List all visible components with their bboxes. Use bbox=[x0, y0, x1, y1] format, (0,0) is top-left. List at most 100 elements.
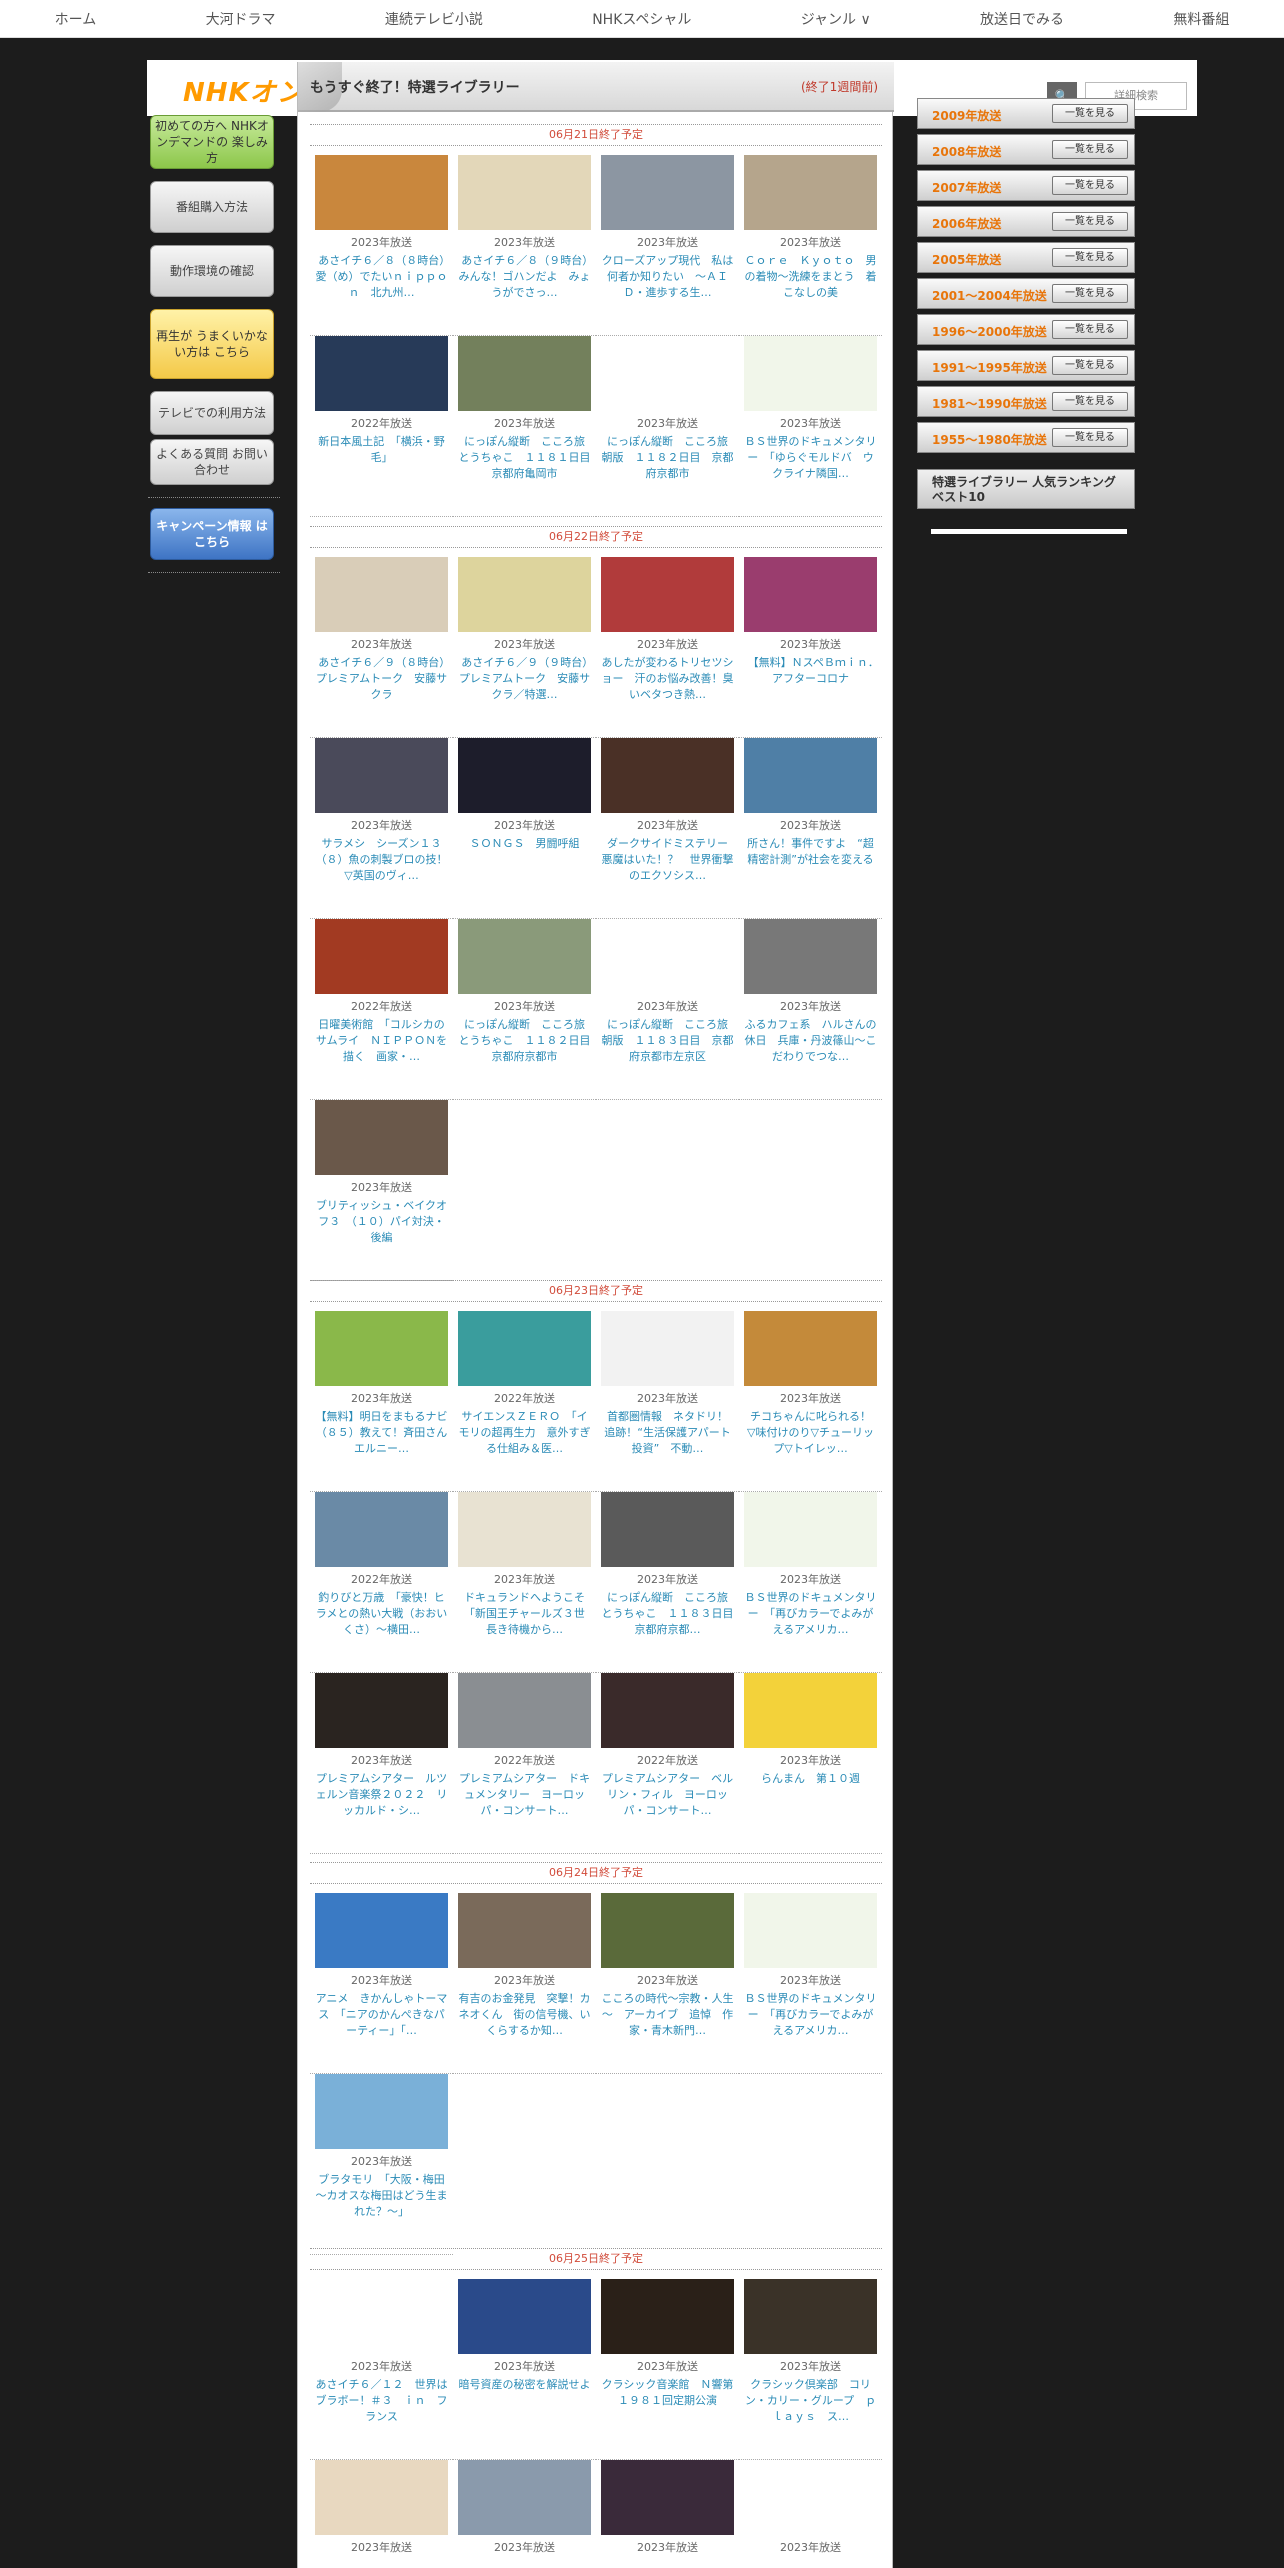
program-title-link[interactable]: ＢＳ世界のドキュメンタリー 「ゆらぐモルドバ ウクライナ隣国… bbox=[744, 434, 877, 498]
program-card[interactable]: 2023年放送 あしたが変わるトリセツショー 汗のお悩み改善！臭いベタつき熱… bbox=[596, 557, 739, 738]
program-thumbnail[interactable] bbox=[458, 1492, 591, 1567]
program-thumbnail[interactable] bbox=[744, 1893, 877, 1968]
program-title-link[interactable]: プレミアムシアター ベルリン・フィル ヨーロッパ・コンサート… bbox=[601, 1771, 734, 1835]
program-title-link[interactable]: 【無料】明日をまもるナビ （８５）教えて！斉田さん エルニー… bbox=[315, 1409, 449, 1473]
program-card[interactable]: 2023年放送 ＢＳ世界のドキュメンタリー 「再びカラーでよみがえるアメリカ… bbox=[739, 1492, 882, 1673]
program-card[interactable]: 2022年放送 プレミアムシアター ドキュメンタリー ヨーロッパ・コンサート… bbox=[453, 1673, 596, 1854]
view-list-button[interactable]: 一覧を見る bbox=[1052, 320, 1128, 339]
program-title-link[interactable]: ドキュランドへようこそ 「新国王チャールズ３世 長き待機から… bbox=[458, 1590, 591, 1654]
program-card[interactable]: 2023年放送 にっぽん縦断 こころ旅 とうちゃこ １１８１日目 京都府亀岡市 bbox=[453, 336, 596, 517]
program-card[interactable]: 2023年放送 にっぽん縦断 こころ旅 朝版 １１８３日目 京都府京都市左京区 bbox=[596, 919, 739, 1100]
view-list-button[interactable]: 一覧を見る bbox=[1052, 248, 1128, 267]
program-title-link[interactable]: クラシック音楽館 Ｎ響第１９８１回定期公演 bbox=[601, 2377, 734, 2441]
year-archive-item[interactable]: 1991～1995年放送 一覧を見る bbox=[917, 350, 1135, 381]
program-thumbnail[interactable] bbox=[315, 2460, 448, 2535]
program-card[interactable]: 2023年放送 ＳＯＮＧＳ 男闘呼組 bbox=[453, 738, 596, 919]
program-thumbnail[interactable] bbox=[744, 738, 877, 813]
view-list-button[interactable]: 一覧を見る bbox=[1052, 428, 1128, 447]
program-title-link[interactable]: 新日本風土記 「横浜・野毛」 bbox=[315, 434, 448, 498]
view-list-button[interactable]: 一覧を見る bbox=[1052, 392, 1128, 411]
program-title-link[interactable]: 釣りびと万歳 「豪快！ヒラメとの熱い大戦（おおいくさ）～横田… bbox=[315, 1590, 448, 1654]
program-card[interactable]: 2023年放送 首都圏情報 ネタドリ！ 追跡！“生活保護アパート投資” 不動… bbox=[596, 1311, 739, 1492]
tv-usage-button[interactable]: テレビでの利用方法 bbox=[150, 391, 274, 435]
program-card[interactable]: 2023年放送 ドキュランドへようこそ 「新国王チャールズ３世 長き待機から… bbox=[453, 1492, 596, 1673]
program-card[interactable]: 2023年放送 暗号資産の秘密を解説せよ bbox=[453, 2279, 596, 2460]
view-list-button[interactable]: 一覧を見る bbox=[1052, 176, 1128, 195]
program-title-link[interactable]: ふるカフェ系 ハルさんの休日 兵庫・丹波篠山～こだわりでつな… bbox=[744, 1017, 877, 1081]
program-thumbnail[interactable] bbox=[458, 2460, 591, 2535]
program-thumbnail[interactable] bbox=[315, 919, 448, 994]
program-title-link[interactable]: あしたが変わるトリセツショー 汗のお悩み改善！臭いベタつき熱… bbox=[601, 655, 734, 719]
program-title-link[interactable]: アニメ きかんしゃトーマス 「ニアのかんぺきなパーティー」「… bbox=[315, 1991, 448, 2055]
program-title-link[interactable]: 所さん！事件ですよ “超精密計測”が社会を変える bbox=[744, 836, 877, 900]
program-card[interactable]: 2023年放送 bbox=[739, 2460, 882, 2568]
program-title-link[interactable]: チコちゃんに叱られる！ ▽味付けのり▽チューリップ▽トイレッ… bbox=[744, 1409, 877, 1473]
purchase-guide-button[interactable]: 番組購入方法 bbox=[150, 181, 274, 233]
program-card[interactable]: 2023年放送 チコちゃんに叱られる！ ▽味付けのり▽チューリップ▽トイレッ… bbox=[739, 1311, 882, 1492]
program-card[interactable]: 2023年放送 Ｃｏｒｅ Ｋｙｏｔｏ 男の着物～洗練をまとう 着こなしの美 bbox=[739, 155, 882, 336]
program-thumbnail[interactable] bbox=[744, 2279, 877, 2354]
nav-link[interactable]: ジャンル ∨ bbox=[801, 9, 871, 29]
nav-link[interactable]: 連続テレビ小説 bbox=[385, 9, 483, 29]
view-list-button[interactable]: 一覧を見る bbox=[1052, 284, 1128, 303]
program-thumbnail[interactable] bbox=[458, 557, 591, 632]
program-card[interactable]: 2023年放送 【無料】ＮスペＢｍｉｎ． アフターコロナ bbox=[739, 557, 882, 738]
program-title-link[interactable]: 日曜美術館 「コルシカのサムライ ＮＩＰＰＯＮを描く 画家・… bbox=[315, 1017, 448, 1081]
nav-link[interactable]: 放送日でみる bbox=[980, 9, 1064, 29]
program-thumbnail[interactable] bbox=[315, 1100, 448, 1175]
nav-link[interactable]: 無料番組 bbox=[1173, 9, 1229, 29]
program-thumbnail[interactable] bbox=[744, 557, 877, 632]
program-title-link[interactable]: クローズアップ現代 私は何者か知りたい ～ＡＩＤ・進歩する生… bbox=[601, 253, 734, 317]
campaign-button[interactable]: キャンペーン情報 はこちら bbox=[150, 508, 274, 560]
program-title-link[interactable]: 有吉のお金発見 突撃！カネオくん 街の信号機、いくらするか知… bbox=[458, 1991, 591, 2055]
program-thumbnail[interactable] bbox=[744, 919, 877, 994]
program-card[interactable]: 2022年放送 プレミアムシアター ベルリン・フィル ヨーロッパ・コンサート… bbox=[596, 1673, 739, 1854]
program-card[interactable]: 2023年放送 bbox=[453, 2460, 596, 2568]
program-title-link[interactable]: サイエンスＺＥＲＯ 「イモリの超再生力 意外すぎる仕組み＆医… bbox=[458, 1409, 591, 1473]
program-card[interactable]: 2023年放送 らんまん 第１０週 bbox=[739, 1673, 882, 1854]
program-thumbnail[interactable] bbox=[458, 2279, 591, 2354]
program-card[interactable]: 2023年放送 ＢＳ世界のドキュメンタリー 「ゆらぐモルドバ ウクライナ隣国… bbox=[739, 336, 882, 517]
nav-link[interactable]: 大河ドラマ bbox=[206, 9, 276, 29]
program-card[interactable]: 2023年放送 にっぽん縦断 こころ旅 朝版 １１８２日目 京都府京都市 bbox=[596, 336, 739, 517]
program-title-link[interactable] bbox=[601, 2558, 734, 2568]
view-list-button[interactable]: 一覧を見る bbox=[1052, 104, 1128, 123]
program-title-link[interactable]: あさイチ６／８（９時台） みんな！ゴハンだよ みょうがでさっ… bbox=[458, 253, 592, 317]
program-card[interactable]: 2023年放送 ふるカフェ系 ハルさんの休日 兵庫・丹波篠山～こだわりでつな… bbox=[739, 919, 882, 1100]
program-card[interactable]: 2022年放送 新日本風土記 「横浜・野毛」 bbox=[310, 336, 453, 517]
program-title-link[interactable]: ブラタモリ 「大阪・梅田～カオスな梅田はどう生まれた？～」 bbox=[315, 2172, 448, 2236]
program-card[interactable]: 2023年放送 クラシック倶楽部 コリン・カリー・グループ ｐｌａｙｓ ス… bbox=[739, 2279, 882, 2460]
view-list-button[interactable]: 一覧を見る bbox=[1052, 140, 1128, 159]
year-archive-item[interactable]: 2008年放送 一覧を見る bbox=[917, 134, 1135, 165]
year-archive-item[interactable]: 2001～2004年放送 一覧を見る bbox=[917, 278, 1135, 309]
program-card[interactable]: 2023年放送 ダークサイドミステリー 悪魔はいた！？ 世界衝撃のエクソシス… bbox=[596, 738, 739, 919]
program-thumbnail[interactable] bbox=[458, 336, 591, 411]
program-title-link[interactable] bbox=[458, 2558, 591, 2568]
program-thumbnail[interactable] bbox=[315, 2074, 448, 2149]
program-thumbnail[interactable] bbox=[315, 1673, 448, 1748]
program-thumbnail[interactable] bbox=[601, 1311, 734, 1386]
year-archive-item[interactable]: 2009年放送 一覧を見る bbox=[917, 98, 1135, 129]
program-thumbnail[interactable] bbox=[315, 155, 448, 230]
program-title-link[interactable]: にっぽん縦断 こころ旅 朝版 １１８２日目 京都府京都市 bbox=[601, 434, 735, 498]
program-title-link[interactable]: にっぽん縦断 こころ旅 とうちゃこ １１８２日目 京都府京都市 bbox=[458, 1017, 592, 1081]
program-title-link[interactable]: あさイチ６／１２ 世界はブラボー！＃３ ｉｎ フランス bbox=[315, 2377, 448, 2441]
program-thumbnail[interactable] bbox=[744, 1673, 877, 1748]
program-thumbnail[interactable] bbox=[601, 1673, 734, 1748]
playback-help-button[interactable]: 再生が うまくいかない方は こちら bbox=[150, 309, 274, 379]
beginner-guide-button[interactable]: 初めての方へ NHKオンデマンドの 楽しみ方 bbox=[150, 115, 274, 169]
program-thumbnail[interactable] bbox=[315, 1492, 448, 1567]
program-title-link[interactable]: Ｃｏｒｅ Ｋｙｏｔｏ 男の着物～洗練をまとう 着こなしの美 bbox=[744, 253, 877, 317]
program-card[interactable]: 2023年放送 bbox=[596, 2460, 739, 2568]
program-thumbnail[interactable] bbox=[744, 336, 877, 411]
program-thumbnail[interactable] bbox=[744, 1492, 877, 1567]
program-title-link[interactable]: ＳＯＮＧＳ 男闘呼組 bbox=[458, 836, 591, 900]
program-card[interactable]: 2023年放送 にっぽん縦断 こころ旅 とうちゃこ １１８３日目 京都府京都… bbox=[596, 1492, 739, 1673]
program-card[interactable]: 2023年放送 あさイチ６／１２ 世界はブラボー！＃３ ｉｎ フランス bbox=[310, 2279, 453, 2460]
view-list-button[interactable]: 一覧を見る bbox=[1052, 212, 1128, 231]
program-card[interactable]: 2023年放送 クローズアップ現代 私は何者か知りたい ～ＡＩＤ・進歩する生… bbox=[596, 155, 739, 336]
program-thumbnail[interactable] bbox=[601, 336, 734, 411]
program-card[interactable]: 2023年放送 有吉のお金発見 突撃！カネオくん 街の信号機、いくらするか知… bbox=[453, 1893, 596, 2074]
environment-check-button[interactable]: 動作環境の確認 bbox=[150, 245, 274, 297]
year-archive-item[interactable]: 1955～1980年放送 一覧を見る bbox=[917, 422, 1135, 453]
